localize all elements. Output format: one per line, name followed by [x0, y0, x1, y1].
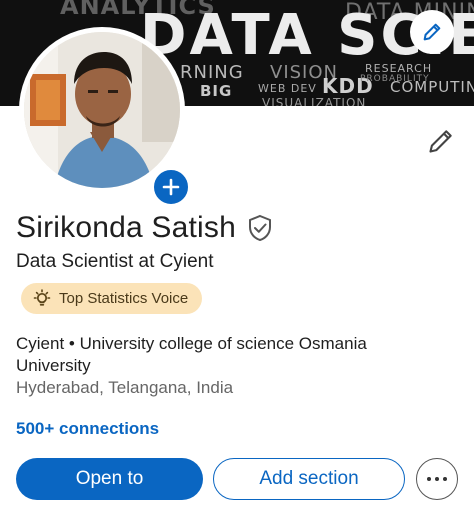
profile-name: Sirikonda Satish [16, 211, 236, 244]
verified-badge[interactable] [247, 213, 275, 243]
banner-word: VISUALIZATION [262, 96, 367, 106]
banner-word: RNING [180, 62, 244, 83]
profile-location: Hyderabad, Telangana, India [16, 378, 234, 397]
profile-avatar[interactable] [19, 27, 191, 207]
pencil-icon [423, 23, 441, 41]
profile-company-education: Cyient • University college of science O… [16, 334, 367, 375]
pencil-icon [429, 130, 452, 153]
connections-link[interactable]: 500+ connections [16, 419, 159, 439]
name-row: Sirikonda Satish [16, 211, 275, 245]
add-photo-button[interactable] [151, 167, 191, 207]
badge-label: Top Statistics Voice [59, 290, 189, 307]
more-actions-button[interactable] [416, 458, 458, 500]
banner-word: WEB DEV [258, 82, 317, 95]
add-section-button[interactable]: Add section [213, 458, 405, 500]
lightbulb-icon [31, 288, 53, 310]
plus-icon [162, 178, 180, 196]
shield-check-icon [248, 214, 271, 242]
top-voice-badge[interactable]: Top Statistics Voice [21, 283, 203, 314]
edit-banner-button[interactable] [410, 10, 454, 54]
profile-headline: Data Scientist at Cyient [16, 251, 214, 272]
edit-profile-button[interactable] [424, 124, 458, 158]
banner-word: PROBABILITY [360, 74, 430, 84]
ellipsis-icon [425, 477, 449, 481]
avatar-photo [24, 32, 180, 188]
open-to-button[interactable]: Open to [16, 458, 203, 500]
banner-word: BIG [200, 82, 233, 100]
